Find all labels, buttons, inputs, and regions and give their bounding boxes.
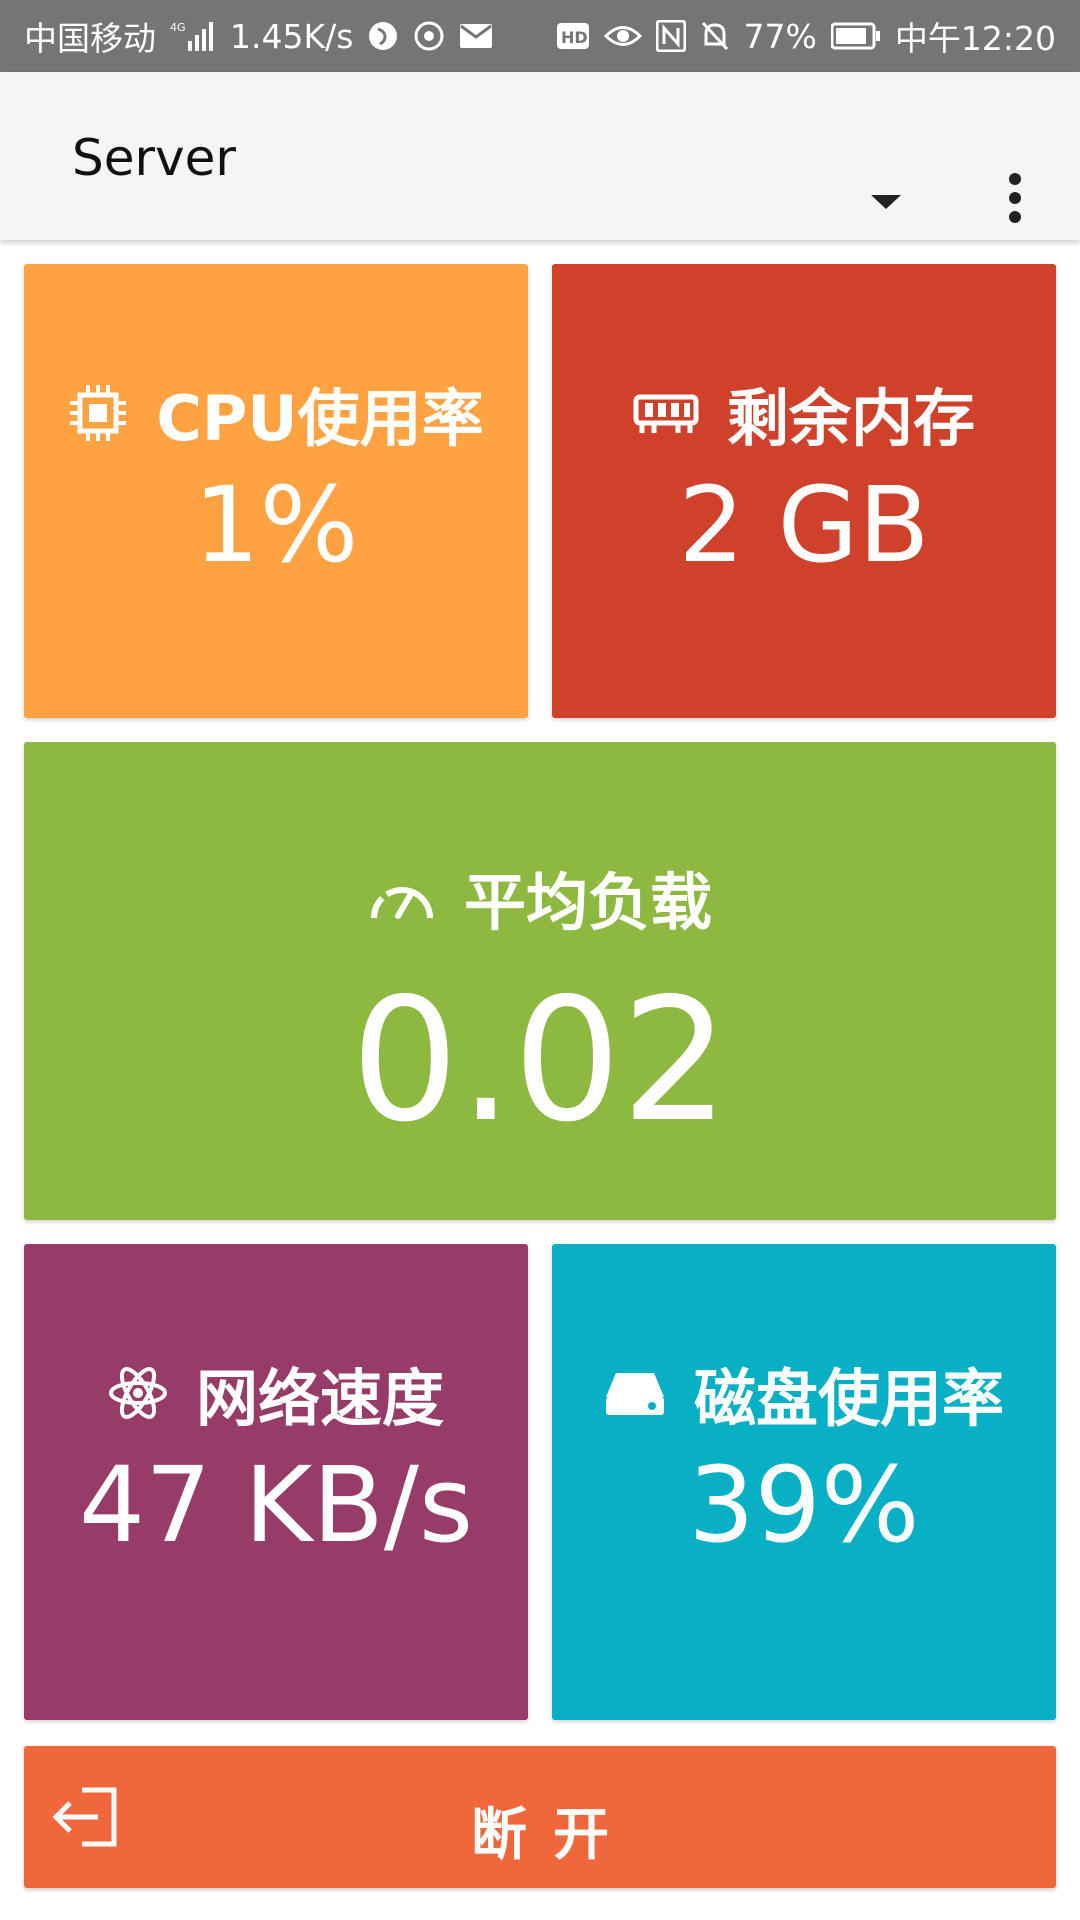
load-average-header: 平均负载 <box>24 852 1056 942</box>
app-bar: Server <box>0 72 1080 240</box>
eye-icon <box>603 21 642 51</box>
load-average-label: 平均负载 <box>463 866 712 939</box>
network-speed-tile[interactable]: 网络速度 47 KB/s <box>24 1244 528 1720</box>
disk-usage-label: 磁盘使用率 <box>693 1362 1004 1435</box>
server-dropdown-button[interactable] <box>856 172 916 232</box>
carrier-name: 中国移动 <box>24 19 156 58</box>
clock: 中午12:20 <box>894 19 1056 58</box>
more-options-button[interactable] <box>990 158 1040 238</box>
status-bar: 中国移动 4G 1.45K/s HD 77% 中午12:20 <box>0 0 1080 72</box>
more-vert-icon <box>1009 173 1021 223</box>
network-speed-label: 网络速度 <box>195 1362 444 1435</box>
arrow-drop-down-icon <box>871 195 901 209</box>
svg-text:4G: 4G <box>170 21 186 34</box>
memory-icon <box>633 394 699 433</box>
disconnect-label: 断开 <box>471 1803 635 1868</box>
disconnect-button[interactable]: 断开 <box>24 1746 1056 1888</box>
status-bar-left: 中国移动 4G 1.45K/s <box>24 12 493 60</box>
harddisk-icon <box>605 1373 664 1415</box>
notifications-off-icon <box>700 20 730 52</box>
battery-icon <box>830 22 881 50</box>
disk-usage-header: 磁盘使用率 <box>552 1348 1056 1438</box>
server-title: Server <box>72 129 236 187</box>
app-notification-icon <box>367 20 399 52</box>
load-average-tile[interactable]: 平均负载 0.02 <box>24 742 1056 1220</box>
speedometer-icon <box>370 887 433 919</box>
disk-usage-value: 39% <box>688 1444 920 1566</box>
svg-text:HD: HD <box>561 28 588 47</box>
disk-usage-tile[interactable]: 磁盘使用率 39% <box>552 1244 1056 1720</box>
cpu-usage-value: 1% <box>193 464 359 586</box>
battery-percent: 77% <box>743 16 817 56</box>
app-notification-icon-2 <box>413 20 445 52</box>
hd-icon: HD <box>556 22 590 50</box>
mail-icon <box>459 23 493 49</box>
network-speed-value: 47 KB/s <box>78 1444 474 1566</box>
signal-icon: 4G <box>170 19 216 53</box>
nfc-icon <box>655 20 686 52</box>
cpu-usage-label: CPU使用率 <box>156 382 484 455</box>
free-memory-tile[interactable]: 剩余内存 2 GB <box>552 264 1056 718</box>
chip-icon <box>70 385 127 441</box>
load-average-value: 0.02 <box>350 962 730 1160</box>
cpu-usage-header: CPU使用率 <box>24 368 528 458</box>
free-memory-label: 剩余内存 <box>726 382 975 455</box>
free-memory-header: 剩余内存 <box>552 368 1056 458</box>
free-memory-value: 2 GB <box>678 464 930 586</box>
status-bar-right: HD 77% 中午12:20 <box>556 12 1056 60</box>
network-speed-header: 网络速度 <box>24 1348 528 1438</box>
cpu-usage-tile[interactable]: CPU使用率 1% <box>24 264 528 718</box>
net-speed: 1.45K/s <box>230 16 354 56</box>
atom-icon <box>108 1367 167 1419</box>
